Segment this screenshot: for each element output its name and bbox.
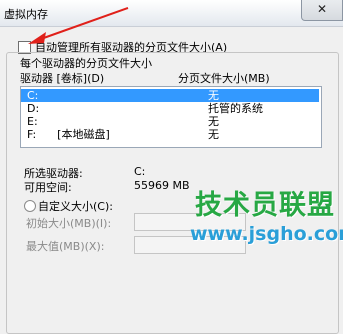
- watermark-title: 技术员联盟: [195, 190, 335, 221]
- watermark: 技术员联盟 www.jsgho.com: [190, 190, 343, 246]
- watermark-url: www.jsgho.com: [190, 223, 343, 245]
